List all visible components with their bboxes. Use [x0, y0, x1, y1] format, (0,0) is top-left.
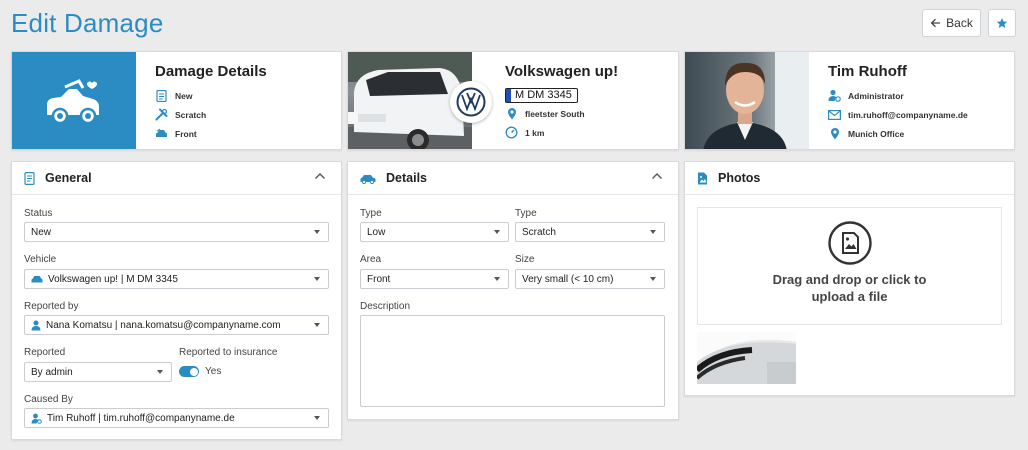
description-label: Description: [360, 301, 411, 312]
size-label: Size: [515, 254, 535, 265]
damage-title: Damage Details: [155, 63, 267, 80]
damage-type: Scratch: [155, 105, 267, 124]
caused-by-select[interactable]: Tim Ruhoff | tim.ruhoff@companyname.de: [24, 408, 329, 428]
caused-by-label: Caused By: [24, 394, 73, 405]
caret-down-icon: [494, 277, 500, 281]
favorite-button[interactable]: [988, 9, 1016, 37]
photo-dropzone[interactable]: Drag and drop or click to upload a file: [697, 207, 1002, 325]
insurance-label: Reported to insurance: [179, 347, 278, 358]
person-email: tim.ruhoff@companyname.de: [828, 105, 968, 124]
photos-panel: Photos Drag and drop or click to upload …: [684, 161, 1015, 396]
damage-type-select[interactable]: Scratch: [515, 222, 665, 242]
dropzone-text: Drag and drop or click to upload a file: [772, 272, 927, 304]
document-icon: [156, 89, 167, 102]
reported-label: Reported: [24, 347, 66, 358]
status-label: Status: [24, 208, 53, 219]
vehicle-title: Volkswagen up!: [505, 63, 619, 80]
damage-image: [12, 52, 136, 149]
vehicle-mileage: 1 km: [505, 123, 618, 142]
page-title: Edit Damage: [11, 8, 164, 38]
size-select[interactable]: Very small (< 10 cm): [515, 269, 665, 289]
person-info: Tim Ruhoff Administrator tim.ruhoff@comp…: [828, 63, 968, 143]
car-front-icon: [156, 128, 167, 137]
star-icon: [996, 18, 1008, 28]
damage-type-label: Type: [515, 208, 537, 219]
caret-down-icon: [650, 230, 656, 234]
caret-down-icon: [314, 277, 320, 281]
image-file-icon: [698, 172, 707, 184]
insurance-value: Yes: [205, 366, 222, 377]
insurance-toggle[interactable]: [179, 366, 199, 377]
person-name: Tim Ruhoff: [828, 63, 907, 80]
details-panel: Details Type Low Type Scratch Area Front…: [347, 161, 679, 420]
user-gear-icon: [31, 413, 42, 424]
severity-type-select[interactable]: Low: [360, 222, 509, 242]
vehicle-card: Volkswagen up! M DM 3345 fleetster South…: [347, 51, 679, 150]
car-damage-icon: [47, 78, 99, 124]
person-avatar: [685, 52, 809, 149]
license-plate: M DM 3345: [505, 87, 578, 103]
vehicle-label: Vehicle: [24, 254, 57, 265]
damage-photo: [697, 332, 796, 384]
location-icon: [830, 128, 839, 140]
details-panel-header[interactable]: Details: [348, 162, 678, 195]
general-panel-title: General: [45, 171, 92, 185]
vw-logo-icon: [456, 87, 486, 117]
vehicle-info: Volkswagen up! M DM 3345 fleetster South…: [505, 63, 618, 142]
damage-info: Damage Details New Scratch Front: [155, 63, 267, 143]
person-card: Tim Ruhoff Administrator tim.ruhoff@comp…: [684, 51, 1015, 150]
arrow-left-icon: [930, 18, 941, 28]
photos-panel-header: Photos: [685, 162, 1014, 195]
area-select[interactable]: Front: [360, 269, 509, 289]
details-panel-title: Details: [386, 171, 427, 185]
caret-down-icon: [314, 416, 320, 420]
caret-down-icon: [314, 230, 320, 234]
severity-type-label: Type: [360, 208, 382, 219]
tools-icon: [155, 108, 168, 121]
location-icon: [507, 108, 516, 120]
caret-down-icon: [650, 277, 656, 281]
person-role: Administrator: [828, 86, 968, 105]
back-button-label: Back: [946, 16, 973, 30]
photos-panel-title: Photos: [718, 171, 761, 185]
description-textarea[interactable]: [360, 315, 665, 407]
chevron-up-icon[interactable]: [651, 172, 663, 180]
reported-select[interactable]: By admin: [24, 362, 172, 382]
person-photo-illustration: [703, 52, 809, 149]
status-select[interactable]: New: [24, 222, 329, 242]
photo-thumbnail[interactable]: [697, 332, 796, 384]
reported-by-label: Reported by: [24, 301, 79, 312]
vw-logo: [450, 81, 492, 123]
mail-icon: [828, 109, 841, 120]
damage-details-card: Damage Details New Scratch Front: [11, 51, 342, 150]
upload-image-icon: [827, 221, 872, 265]
damage-status: New: [155, 86, 267, 105]
vehicle-location: fleetster South: [505, 104, 618, 123]
speedometer-icon: [505, 126, 518, 139]
reported-by-select[interactable]: Nana Komatsu | nana.komatsu@companyname.…: [24, 315, 329, 335]
vehicle-select[interactable]: Volkswagen up! | M DM 3345: [24, 269, 329, 289]
caret-down-icon: [494, 230, 500, 234]
document-icon: [24, 171, 35, 185]
user-gear-icon: [828, 89, 841, 102]
person-office: Munich Office: [828, 124, 968, 143]
caret-down-icon: [157, 370, 163, 374]
general-panel: General Status New Vehicle Volkswagen up…: [11, 161, 342, 440]
damage-area: Front: [155, 124, 267, 143]
area-label: Area: [360, 254, 382, 265]
caret-down-icon: [314, 323, 320, 327]
car-icon: [31, 275, 43, 282]
user-icon: [31, 320, 41, 330]
car-damage-icon: [360, 174, 376, 184]
chevron-up-icon[interactable]: [314, 172, 326, 180]
back-button[interactable]: Back: [922, 9, 981, 37]
general-panel-header[interactable]: General: [12, 162, 341, 195]
vehicle-plate-row: M DM 3345: [505, 86, 618, 104]
